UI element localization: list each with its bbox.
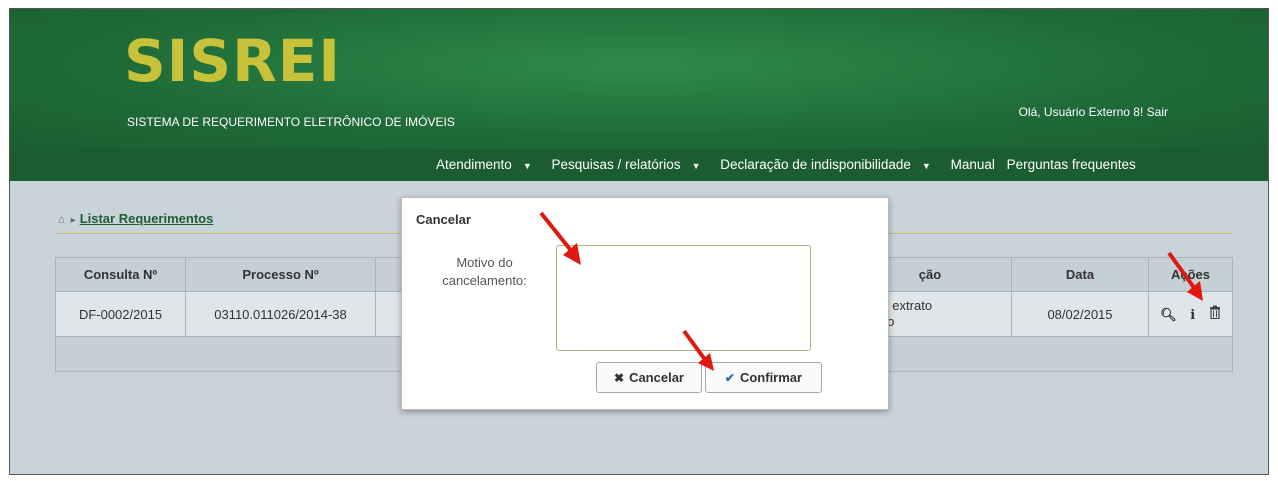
user-greeting: Olá, Usuário Externo 8! Sair [1019, 105, 1168, 119]
reason-label: Motivo do cancelamento: [422, 254, 547, 290]
reason-label-line: cancelamento: [442, 273, 527, 288]
caret-down-icon: ▼ [522, 161, 532, 171]
cell-data: 08/02/2015 [1011, 291, 1149, 337]
chevron-right-icon: ▸ [70, 215, 76, 226]
nav-item-declaracao[interactable]: Declaração de indisponibilidade ▼ [720, 157, 939, 172]
col-data: Data [1011, 257, 1149, 292]
caret-down-icon: ▼ [921, 161, 931, 171]
nav-label: Atendimento [436, 157, 512, 172]
cancel-dialog: Cancelar Motivo do cancelamento: ✖ Cancel… [401, 197, 889, 410]
breadcrumb-current[interactable]: Listar Requerimentos [80, 211, 214, 226]
greeting-text: Olá, Usuário Externo 8! [1018, 105, 1144, 119]
nav-item-manual[interactable]: Manual [951, 157, 995, 172]
zoom-in-icon[interactable]: 🔍︎ [1160, 307, 1177, 322]
nav-label: Declaração de indisponibilidade [720, 157, 911, 172]
site-subtitle: SISTEMA DE REQUERIMENTO ELETRÔNICO DE IM… [127, 115, 455, 129]
cell-consulta: DF-0002/2015 [55, 291, 186, 337]
confirm-button-label: Confirmar [739, 370, 803, 385]
dialog-title: Cancelar [416, 212, 471, 227]
browser-viewport: SISREI SISTEMA DE REQUERIMENTO ELETRÔNIC… [9, 8, 1269, 475]
nav-item-pesquisas[interactable]: Pesquisas / relatórios ▼ [552, 157, 709, 172]
nav-item-perguntas[interactable]: Perguntas frequentes [1007, 157, 1136, 172]
annotation-arrow-confirm [682, 329, 714, 371]
col-processo: Processo Nº [185, 257, 376, 292]
reason-label-line: Motivo do [456, 255, 513, 270]
cell-processo: 03110.011026/2014-38 [185, 291, 376, 337]
home-icon[interactable]: ⌂ [58, 214, 65, 226]
trash-icon[interactable] [1209, 305, 1221, 322]
logo: SISREI [124, 27, 341, 95]
info-icon[interactable]: i [1190, 308, 1195, 323]
site-header: SISREI SISTEMA DE REQUERIMENTO ELETRÔNIC… [10, 9, 1268, 149]
confirm-button[interactable]: ✔ Confirmar [705, 362, 822, 393]
logout-link[interactable]: Sair [1147, 105, 1168, 119]
main-nav: Atendimento ▼ Pesquisas / relatórios ▼ Dec… [10, 149, 1268, 181]
col-consulta: Consulta Nº [55, 257, 186, 292]
nav-label: Pesquisas / relatórios [551, 157, 681, 172]
cancel-button-label: Cancelar [629, 370, 684, 385]
annotation-arrow-textarea [539, 211, 581, 265]
nav-item-atendimento[interactable]: Atendimento ▼ [436, 157, 540, 172]
breadcrumb: ⌂ ▸ Listar Requerimentos [58, 211, 213, 226]
close-icon: ✖ [614, 370, 625, 385]
check-icon: ✔ [724, 370, 735, 385]
annotation-arrow-trash [1167, 251, 1203, 301]
caret-down-icon: ▼ [691, 161, 701, 171]
